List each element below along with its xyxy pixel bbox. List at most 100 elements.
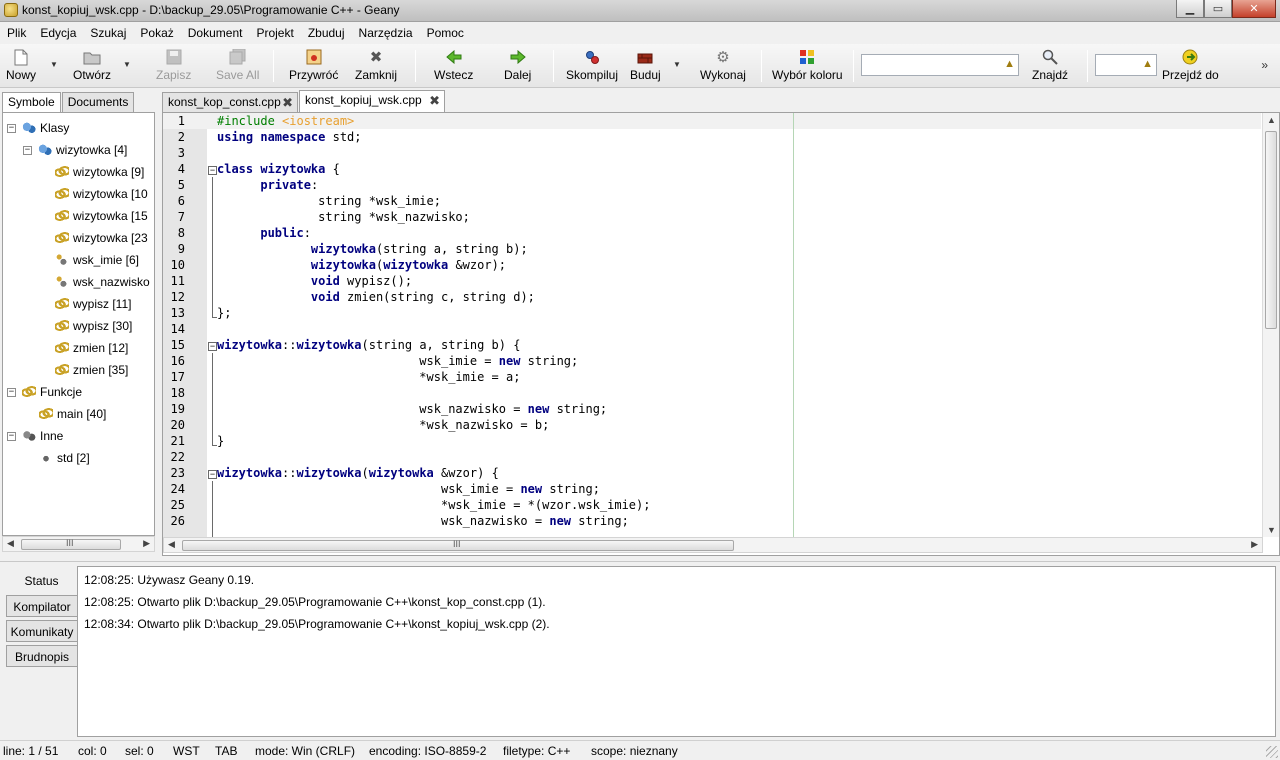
menu-szukaj[interactable]: Szukaj <box>83 22 133 44</box>
code-line[interactable]: 2 using namespace std; <box>163 129 1261 145</box>
open-button[interactable]: Otwórz <box>73 46 111 86</box>
tree-node-function[interactable]: main [40] <box>39 403 106 425</box>
tree-node-class[interactable]: − wizytowka [4] <box>23 139 127 161</box>
code-line[interactable]: 26 wsk_nazwisko = new string; <box>163 513 1261 529</box>
tab-document[interactable]: konst_kop_const.cpp ✖ <box>162 92 298 112</box>
scroll-right-icon[interactable]: ▶ <box>1251 539 1258 550</box>
close-file-button[interactable]: ✖ Zamknij <box>355 46 397 86</box>
collapse-icon[interactable]: − <box>7 123 16 133</box>
tree-node-inne[interactable]: − Inne <box>7 425 63 447</box>
tree-node-method[interactable]: wizytowka [9] <box>55 161 144 183</box>
menu-pokaz[interactable]: Pokaż <box>133 22 180 44</box>
toolbar-overflow-button[interactable]: » <box>1261 58 1268 72</box>
minimize-button[interactable]: ▁ <box>1176 0 1204 18</box>
scrollbar-thumb[interactable]: III <box>182 539 734 551</box>
code-line[interactable]: 14 <box>163 321 1261 337</box>
code-line[interactable]: 7 string *wsk_nazwisko; <box>163 209 1261 225</box>
current-code-line[interactable]: 1 #include <iostream> <box>163 113 1261 129</box>
clear-goto-icon[interactable]: ▲ <box>1142 58 1153 70</box>
menu-zbuduj[interactable]: Zbuduj <box>301 22 352 44</box>
code-line[interactable]: 16 wsk_imie = new string; <box>163 353 1261 369</box>
code-line[interactable]: 19 wsk_nazwisko = new string; <box>163 401 1261 417</box>
menu-pomoc[interactable]: Pomoc <box>420 22 471 44</box>
scrollbar-thumb[interactable]: III <box>21 538 121 550</box>
goto-line-input[interactable]: ▲ <box>1095 54 1157 76</box>
code-editor[interactable]: 1 #include <iostream> 2 using namespace std… <box>162 112 1280 556</box>
menu-edycja[interactable]: Edycja <box>33 22 83 44</box>
code-line[interactable]: 24 wsk_imie = new string; <box>163 481 1261 497</box>
code-line[interactable]: 6 string *wsk_imie; <box>163 193 1261 209</box>
close-tab-icon[interactable]: ✖ <box>282 95 293 111</box>
resize-grip[interactable] <box>1266 746 1278 758</box>
menu-narzedzia[interactable]: Narzędzia <box>352 22 420 44</box>
code-line[interactable]: 23 wizytowka::wizytowka(wizytowka &wzor) … <box>163 465 1261 481</box>
status-message-pane[interactable]: 12:08:25: Używasz Geany 0.19. 12:08:25: … <box>77 566 1276 737</box>
save-all-button[interactable]: Save All <box>216 46 259 86</box>
code-line[interactable]: 5 private: <box>163 177 1261 193</box>
color-chooser-button[interactable]: Wybór koloru <box>772 46 843 86</box>
tab-documents[interactable]: Documents <box>61 92 135 112</box>
code-line[interactable]: 4 class wizytowka { <box>163 161 1261 177</box>
maximize-button[interactable]: ▭ <box>1204 0 1232 18</box>
tree-node-method[interactable]: zmien [12] <box>55 337 128 359</box>
close-tab-icon[interactable]: ✖ <box>429 93 440 109</box>
code-line[interactable]: 20 *wsk_nazwisko = b; <box>163 417 1261 433</box>
close-window-button[interactable]: ✕ <box>1232 0 1276 18</box>
sidebar-horizontal-scrollbar[interactable]: ◀ III ▶ <box>2 536 155 552</box>
code-line[interactable]: 18 <box>163 385 1261 401</box>
code-line[interactable]: 17 *wsk_imie = a; <box>163 369 1261 385</box>
search-input[interactable]: ▲ <box>861 54 1019 76</box>
code-line[interactable]: 3 <box>163 145 1261 161</box>
tree-node-method[interactable]: zmien [35] <box>55 359 128 381</box>
code-line[interactable]: 8 public: <box>163 225 1261 241</box>
code-line[interactable]: 10 wizytowka(wizytowka &wzor); <box>163 257 1261 273</box>
code-line[interactable]: 22 <box>163 449 1261 465</box>
back-button[interactable]: Wstecz <box>434 46 473 86</box>
tab-status[interactable]: Status <box>6 570 77 592</box>
code-line[interactable]: 15 wizytowka::wizytowka(string a, string … <box>163 337 1261 353</box>
forward-button[interactable]: Dalej <box>504 46 531 86</box>
code-line[interactable]: 25 *wsk_imie = *(wzor.wsk_imie); <box>163 497 1261 513</box>
menu-plik[interactable]: Plik <box>0 22 33 44</box>
clear-search-icon[interactable]: ▲ <box>1004 58 1015 70</box>
revert-button[interactable]: Przywróć <box>289 46 338 86</box>
tree-node-method[interactable]: wizytowka [23 <box>55 227 148 249</box>
collapse-icon[interactable]: − <box>23 145 32 155</box>
scroll-up-icon[interactable]: ▲ <box>1267 115 1276 125</box>
scroll-right-icon[interactable]: ▶ <box>143 538 150 549</box>
build-button[interactable]: Buduj <box>630 46 661 86</box>
new-dropdown-arrow-icon[interactable]: ▼ <box>50 60 58 69</box>
code-line[interactable]: 12 void zmien(string c, string d); <box>163 289 1261 305</box>
tab-document-active[interactable]: konst_kopiuj_wsk.cpp ✖ <box>299 90 445 113</box>
build-dropdown-arrow-icon[interactable]: ▼ <box>673 60 681 69</box>
code-line[interactable]: 21} <box>163 433 1261 449</box>
tab-compiler[interactable]: Kompilator <box>6 595 77 617</box>
tree-node-method[interactable]: wypisz [11] <box>55 293 131 315</box>
code-line[interactable]: 11 void wypisz(); <box>163 273 1261 289</box>
menu-dokument[interactable]: Dokument <box>181 22 250 44</box>
tree-node-member[interactable]: wsk_nazwisko <box>55 271 150 293</box>
scroll-left-icon[interactable]: ◀ <box>7 538 14 549</box>
code-line[interactable]: 13}; <box>163 305 1261 321</box>
fold-toggle-icon[interactable]: − <box>208 470 217 479</box>
collapse-icon[interactable]: − <box>7 431 16 441</box>
new-button[interactable]: Nowy <box>6 46 36 86</box>
goto-button[interactable]: Przejdź do <box>1162 46 1219 86</box>
tab-symbols[interactable]: Symbole <box>2 92 61 113</box>
open-dropdown-arrow-icon[interactable]: ▼ <box>123 60 131 69</box>
scroll-down-icon[interactable]: ▼ <box>1267 525 1276 535</box>
editor-vertical-scrollbar[interactable]: ▲ ▼ <box>1262 113 1279 537</box>
tree-node-method[interactable]: wizytowka [10 <box>55 183 148 205</box>
tree-node-klasy[interactable]: − Klasy <box>7 117 69 139</box>
collapse-icon[interactable]: − <box>7 387 16 397</box>
compile-button[interactable]: Skompiluj <box>566 46 618 86</box>
tree-node-namespace[interactable]: std [2] <box>39 447 90 469</box>
tree-node-funkcje[interactable]: − Funkcje <box>7 381 82 403</box>
fold-toggle-icon[interactable]: − <box>208 166 217 175</box>
tab-messages[interactable]: Komunikaty <box>6 620 77 642</box>
save-button[interactable]: Zapisz <box>156 46 191 86</box>
execute-button[interactable]: ⚙ Wykonaj <box>700 46 746 86</box>
tree-node-method[interactable]: wizytowka [15 <box>55 205 148 227</box>
find-button[interactable]: Znajdź <box>1032 46 1068 86</box>
tree-node-member[interactable]: wsk_imie [6] <box>55 249 139 271</box>
